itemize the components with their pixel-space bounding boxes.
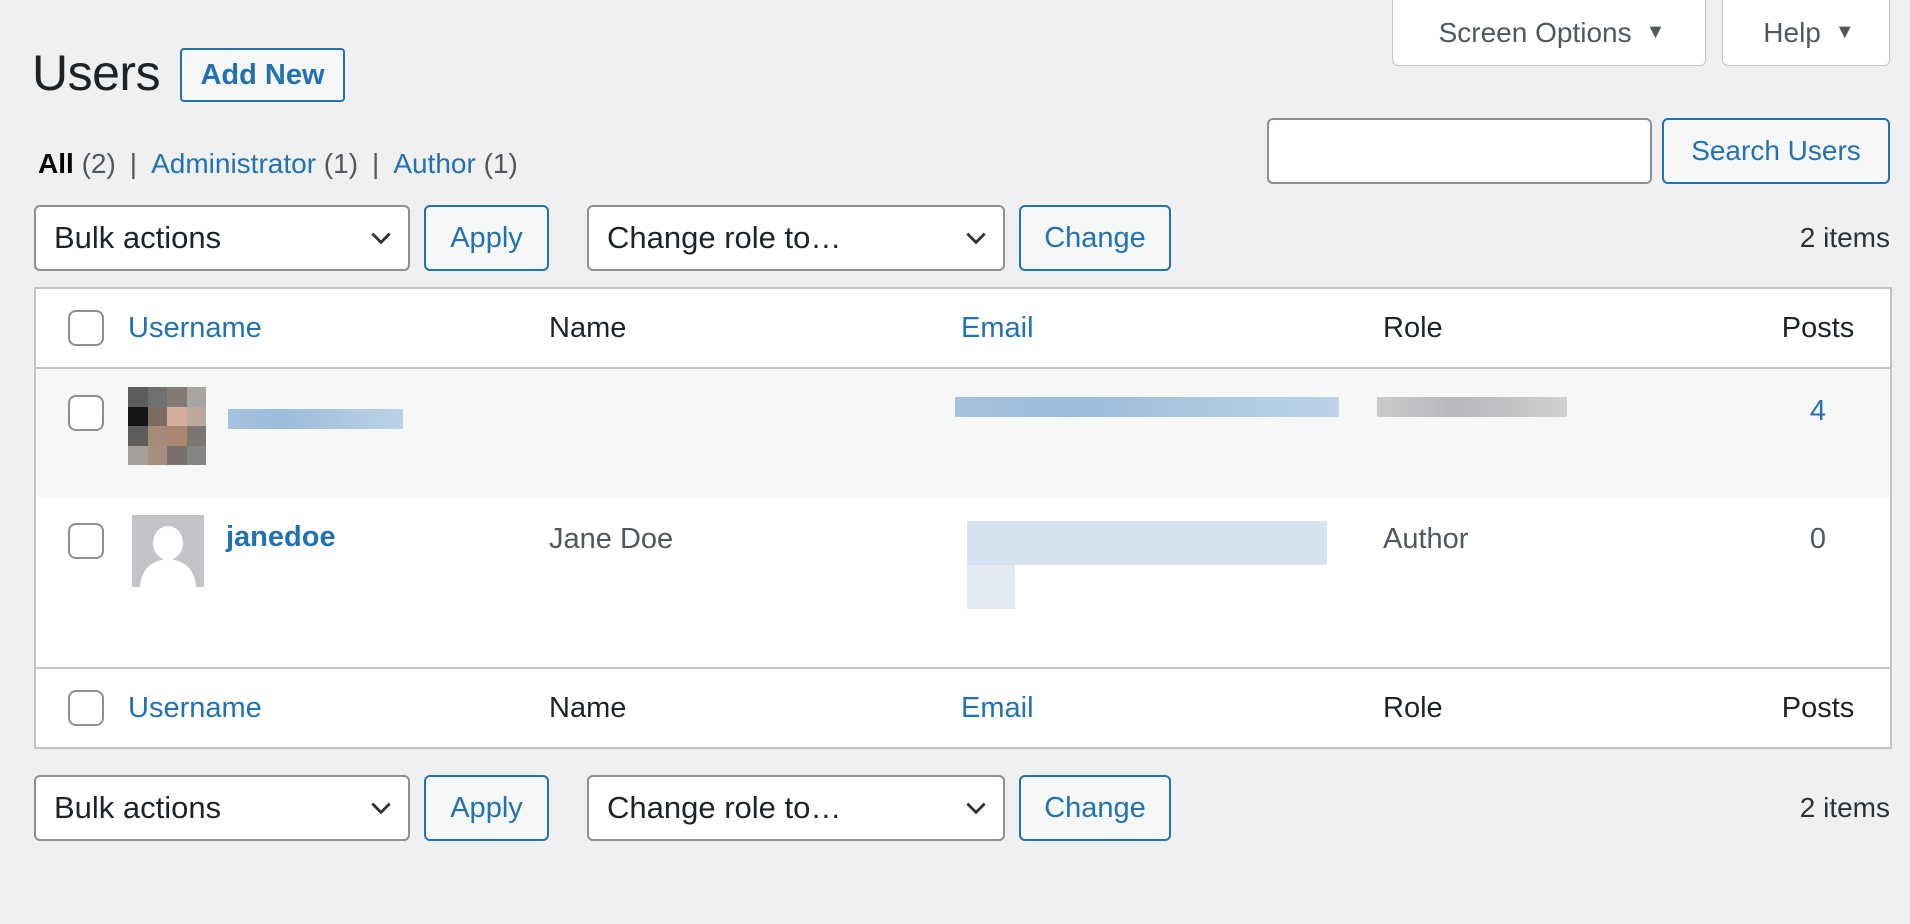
email-cell[interactable] [961, 497, 1383, 609]
items-count: 2 items [1799, 222, 1890, 253]
apply-bulk-action-button-bottom[interactable]: Apply [424, 775, 549, 841]
filter-administrator-count: (1) [323, 148, 359, 179]
bulk-actions-value: Bulk actions [54, 220, 222, 255]
email-cell[interactable] [955, 369, 1383, 417]
apply-bulk-action-button[interactable]: Apply [424, 205, 549, 271]
screen-meta-links: Screen Options ▼ Help ▼ [1392, 0, 1890, 66]
change-role-button-bottom[interactable]: Change [1019, 775, 1171, 841]
column-header-username[interactable]: Username [128, 312, 549, 345]
change-role-value: Change role to… [607, 220, 842, 255]
redacted-email [955, 397, 1339, 417]
chevron-down-icon [966, 232, 986, 245]
name-cell: Jane Doe [549, 523, 674, 555]
change-role-button[interactable]: Change [1019, 205, 1171, 271]
select-all-checkbox-footer[interactable] [68, 690, 104, 726]
posts-count: 0 [1809, 523, 1827, 555]
role-filter-links: All (2) | Administrator (1) | Author (1) [38, 148, 518, 180]
filter-separator: | [129, 148, 138, 179]
search-users-button[interactable]: Search Users [1662, 118, 1890, 184]
column-header-email[interactable]: Email [961, 312, 1383, 345]
role-cell: Author [1383, 523, 1469, 555]
filter-all-count: (2) [81, 148, 116, 179]
table-header-row: Username Name Email Role Posts [36, 289, 1890, 369]
column-footer-role: Role [1383, 691, 1443, 724]
default-avatar-icon [132, 515, 204, 587]
user-search-box: Search Users [1267, 118, 1890, 184]
tablenav-bottom: Bulk actions Apply Change role to… Chang… [34, 775, 1892, 841]
screen-options-label: Screen Options [1438, 16, 1632, 48]
change-role-value: Change role to… [607, 790, 842, 825]
help-label: Help [1763, 16, 1821, 48]
table-footer-row: Username Name Email Role Posts [36, 667, 1890, 747]
page-title: Users [32, 45, 161, 101]
filter-author[interactable]: Author (1) [393, 148, 518, 180]
change-role-select[interactable]: Change role to… [587, 205, 1005, 271]
table-row: 4 [36, 369, 1890, 497]
redacted-role [1377, 397, 1567, 417]
filter-all[interactable]: All (2) [38, 148, 116, 180]
redacted-email [967, 521, 1327, 565]
column-footer-username[interactable]: Username [128, 692, 549, 725]
screen-options-button[interactable]: Screen Options ▼ [1392, 0, 1706, 66]
table-row: janedoe Jane Doe Author 0 [36, 497, 1890, 667]
caret-down-icon: ▼ [1834, 21, 1855, 43]
column-footer-email[interactable]: Email [961, 692, 1383, 725]
change-role-select-bottom[interactable]: Change role to… [587, 775, 1005, 841]
redacted-username [228, 409, 403, 429]
bulk-actions-select[interactable]: Bulk actions [34, 205, 410, 271]
column-header-role: Role [1383, 311, 1443, 344]
tablenav-top: Bulk actions Apply Change role to… Chang… [34, 205, 1892, 271]
chevron-down-icon [966, 802, 986, 815]
bulk-actions-select-bottom[interactable]: Bulk actions [34, 775, 410, 841]
add-new-user-button[interactable]: Add New [180, 48, 345, 102]
row-checkbox[interactable] [68, 395, 104, 431]
chevron-down-icon [371, 802, 391, 815]
role-cell [1377, 369, 1748, 417]
select-all-checkbox[interactable] [68, 310, 104, 346]
filter-separator: | [372, 148, 380, 179]
help-button[interactable]: Help ▼ [1722, 0, 1890, 66]
redacted-email-continued [967, 565, 1015, 609]
username-link[interactable]: janedoe [226, 515, 336, 587]
users-table: Username Name Email Role Posts 4 janedoe… [34, 287, 1892, 749]
column-footer-posts: Posts [1781, 691, 1855, 724]
caret-down-icon: ▼ [1645, 21, 1666, 43]
posts-count-link[interactable]: 4 [1748, 369, 1888, 428]
column-header-name: Name [549, 311, 627, 344]
username-cell: janedoe [128, 497, 549, 587]
filter-administrator[interactable]: Administrator (1) [151, 148, 358, 180]
username-cell [128, 369, 549, 465]
bulk-actions-value: Bulk actions [54, 790, 222, 825]
search-users-input[interactable] [1267, 118, 1652, 184]
filter-author-count: (1) [483, 148, 518, 179]
filter-author-label: Author [393, 148, 476, 179]
filter-administrator-label: Administrator [151, 148, 317, 179]
username-link[interactable] [228, 387, 403, 465]
filter-all-label: All [38, 148, 74, 179]
chevron-down-icon [371, 232, 391, 245]
column-header-posts: Posts [1781, 311, 1855, 344]
column-footer-name: Name [549, 691, 627, 724]
items-count: 2 items [1799, 792, 1890, 823]
avatar [128, 387, 206, 465]
row-checkbox[interactable] [68, 523, 104, 559]
